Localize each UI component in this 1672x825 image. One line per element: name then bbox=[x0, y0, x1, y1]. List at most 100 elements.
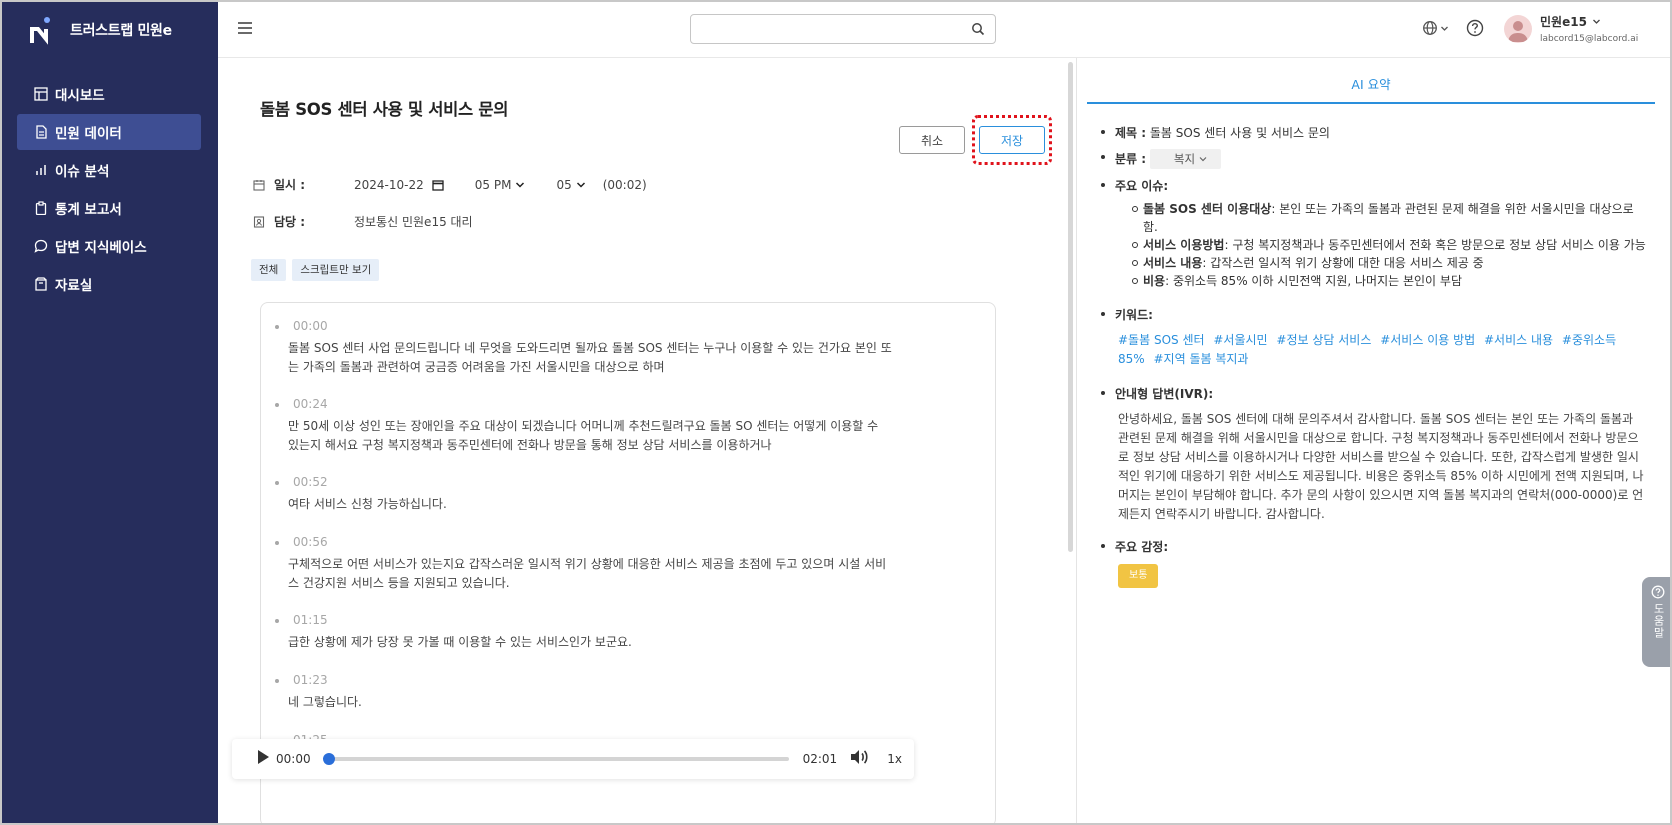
segment-time[interactable]: 00:52 bbox=[275, 475, 893, 489]
segment-time[interactable]: 00:00 bbox=[275, 319, 893, 333]
segment-text: 네 그렇습니다. bbox=[288, 695, 362, 709]
audio-player: 00:00 02:01 1x bbox=[232, 739, 914, 779]
main-scrollbar[interactable] bbox=[1068, 62, 1073, 552]
ai-title-key: 제목 : bbox=[1115, 126, 1147, 140]
ai-issues-key: 주요 이슈: bbox=[1115, 179, 1169, 193]
ai-category-row: 분류 : 복지 bbox=[1101, 149, 1646, 169]
segment-text: 만 50세 이상 성인 또는 장애인을 주요 대상이 되겠습니다 어머니께 추천… bbox=[288, 419, 879, 452]
globe-icon bbox=[1423, 21, 1437, 35]
help-icon bbox=[1651, 585, 1665, 599]
search-icon[interactable] bbox=[971, 22, 985, 40]
ai-summary-panel: AI 요약 제목 : 돌봄 SOS 센터 사용 및 서비스 문의 분류 : 복지… bbox=[1077, 58, 1670, 823]
filter-script-chip[interactable]: 스크립트만 보기 bbox=[292, 259, 380, 281]
category-value: 복지 bbox=[1173, 152, 1196, 166]
hour-value: 05 PM bbox=[474, 177, 512, 192]
sidebar: 트러스트랩 민원e 대시보드 민원 데이터 이슈 분석 통계 보고서 답변 지식… bbox=[2, 2, 218, 823]
menu-icon[interactable] bbox=[236, 20, 254, 36]
volume-icon[interactable] bbox=[849, 748, 869, 770]
keyword-tag[interactable]: #서울시민 bbox=[1213, 333, 1267, 347]
chevron-down-icon bbox=[576, 181, 585, 188]
search-box bbox=[690, 14, 996, 44]
sidebar-item-archive[interactable]: 자료실 bbox=[17, 266, 201, 302]
ai-ivr-row: 안내형 답변(IVR): 안녕하세요, 돌봄 SOS 센터에 대해 문의주셔서 … bbox=[1101, 385, 1646, 524]
duration: (00:02) bbox=[602, 177, 647, 192]
segment-text: 급한 상황에 제가 당장 못 가볼 때 이용할 수 있는 서비스인가 보군요. bbox=[288, 635, 632, 649]
sidebar-item-dashboard[interactable]: 대시보드 bbox=[17, 76, 201, 112]
ai-emotion-key: 주요 감정: bbox=[1115, 540, 1169, 554]
manager-label: 담당 : bbox=[274, 215, 306, 229]
brand[interactable]: 트러스트랩 민원e bbox=[30, 14, 172, 46]
issue-item: 서비스 내용: 갑작스런 일시적 위기 상황에 대한 대응 서비스 제공 중 bbox=[1132, 254, 1646, 272]
sidebar-item-issue-analysis[interactable]: 이슈 분석 bbox=[17, 152, 201, 188]
segment-time[interactable]: 00:56 bbox=[275, 535, 893, 549]
person-badge-icon bbox=[253, 215, 265, 228]
language-selector[interactable] bbox=[1422, 20, 1449, 36]
issues-list: 돌봄 SOS 센터 이용대상: 본인 또는 가족의 돌봄과 관련된 문제 해결을… bbox=[1132, 200, 1646, 290]
segment-time[interactable]: 01:15 bbox=[275, 613, 893, 627]
segment-time[interactable]: 01:23 bbox=[275, 673, 893, 687]
ivr-text: 안녕하세요, 돌봄 SOS 센터에 대해 문의주셔서 감사합니다. 돌봄 SOS… bbox=[1118, 412, 1644, 521]
calendar-icon bbox=[253, 179, 265, 191]
category-select[interactable]: 복지 bbox=[1149, 149, 1222, 169]
chevron-down-icon bbox=[1441, 26, 1448, 31]
minute-select[interactable]: 05 bbox=[556, 178, 594, 192]
segment-time[interactable]: 00:24 bbox=[275, 397, 893, 411]
sidebar-item-knowledge-base[interactable]: 답변 지식베이스 bbox=[17, 228, 201, 264]
keyword-tag[interactable]: #지역 돌봄 복지과 bbox=[1154, 352, 1249, 366]
transcript-segment: 01:15 급한 상황에 제가 당장 못 가볼 때 이용할 수 있는 서비스인가… bbox=[273, 613, 893, 652]
sidebar-item-label: 대시보드 bbox=[55, 88, 105, 104]
keyword-tag[interactable]: #서비스 내용 bbox=[1484, 333, 1553, 347]
issue-item: 비용: 중위소득 85% 이하 시민전액 지원, 나머지는 본인이 부담 bbox=[1132, 272, 1646, 290]
issue-text: : 중위소득 85% 이하 시민전액 지원, 나머지는 본인이 부담 bbox=[1165, 274, 1462, 288]
playback-speed-button[interactable]: 1x bbox=[887, 752, 902, 766]
segment-text: 여타 서비스 신청 가능하십니다. bbox=[288, 497, 447, 511]
chat-icon bbox=[34, 239, 48, 253]
ai-title-value: 돌봄 SOS 센터 사용 및 서비스 문의 bbox=[1149, 126, 1330, 140]
save-button[interactable]: 저장 bbox=[979, 126, 1045, 154]
date-value: 2024-10-22 bbox=[354, 177, 424, 192]
main-content: 돌봄 SOS 센터 사용 및 서비스 문의 취소 저장 일시 : 2024-10… bbox=[218, 58, 1076, 823]
user-menu[interactable]: 민원e15 labcord15@labcord.ai bbox=[1540, 13, 1638, 44]
search-input[interactable] bbox=[699, 15, 959, 43]
sidebar-item-label: 답변 지식베이스 bbox=[55, 240, 147, 256]
ai-ivr-key: 안내형 답변(IVR): bbox=[1115, 387, 1214, 401]
keyword-tag[interactable]: #돌봄 SOS 센터 bbox=[1118, 333, 1205, 347]
sidebar-item-statistics-report[interactable]: 통계 보고서 bbox=[17, 190, 201, 226]
issue-item: 서비스 이용방법: 구청 복지정책과나 동주민센터에서 전화 혹은 방문으로 정… bbox=[1132, 236, 1646, 254]
help-side-tab[interactable]: 도움말 bbox=[1642, 577, 1670, 667]
manager-row: 담당 : 정보통신 민원e15 대리 bbox=[253, 213, 473, 230]
archive-icon bbox=[35, 277, 47, 291]
manager-value: 정보통신 민원e15 대리 bbox=[354, 215, 473, 229]
sidebar-item-label: 통계 보고서 bbox=[55, 202, 122, 218]
keyword-tag[interactable]: #정보 상담 서비스 bbox=[1276, 333, 1371, 347]
avatar[interactable] bbox=[1504, 15, 1532, 43]
issue-key: 서비스 내용 bbox=[1143, 256, 1203, 270]
ai-summary-body: 제목 : 돌봄 SOS 센터 사용 및 서비스 문의 분류 : 복지 주요 이슈… bbox=[1101, 124, 1646, 588]
clipboard-icon bbox=[35, 201, 47, 215]
chevron-down-icon bbox=[1592, 19, 1600, 24]
hour-select[interactable]: 05 PM bbox=[475, 178, 535, 192]
date-field[interactable]: 2024-10-22 bbox=[354, 178, 453, 192]
user-email: labcord15@labcord.ai bbox=[1540, 34, 1639, 44]
seek-slider[interactable] bbox=[322, 753, 789, 765]
seek-thumb[interactable] bbox=[322, 753, 335, 765]
help-icon[interactable] bbox=[1466, 19, 1484, 41]
ai-keywords-row: 키워드: #돌봄 SOS 센터 #서울시민 #정보 상담 서비스 #서비스 이용… bbox=[1101, 306, 1646, 369]
datetime-row: 일시 : 2024-10-22 05 PM 05 (00:02) bbox=[253, 176, 647, 193]
chevron-down-icon bbox=[516, 181, 525, 188]
minute-value: 05 bbox=[556, 177, 572, 192]
transcript-segment: 00:24 만 50세 이상 성인 또는 장애인을 주요 대상이 되겠습니다 어… bbox=[273, 397, 893, 455]
play-icon[interactable] bbox=[256, 749, 270, 769]
ai-category-key: 분류 : bbox=[1115, 152, 1147, 166]
tab-ai-summary[interactable]: AI 요약 bbox=[1087, 74, 1655, 104]
sidebar-nav: 대시보드 민원 데이터 이슈 분석 통계 보고서 답변 지식베이스 자료실 bbox=[17, 76, 201, 304]
transcript-segment: 00:52 여타 서비스 신청 가능하십니다. bbox=[273, 475, 893, 514]
segment-text: 돌봄 SOS 센터 사업 문의드립니다 네 무엇을 도와드리면 될까요 돌봄 S… bbox=[288, 341, 892, 374]
filter-all-chip[interactable]: 전체 bbox=[251, 259, 287, 281]
cancel-button[interactable]: 취소 bbox=[899, 126, 965, 154]
sidebar-item-complaint-data[interactable]: 민원 데이터 bbox=[17, 114, 201, 150]
keywords-list: #돌봄 SOS 센터 #서울시민 #정보 상담 서비스 #서비스 이용 방법 #… bbox=[1118, 331, 1646, 369]
document-icon bbox=[36, 125, 47, 139]
sidebar-item-label: 민원 데이터 bbox=[55, 126, 122, 142]
keyword-tag[interactable]: #서비스 이용 방법 bbox=[1380, 333, 1475, 347]
